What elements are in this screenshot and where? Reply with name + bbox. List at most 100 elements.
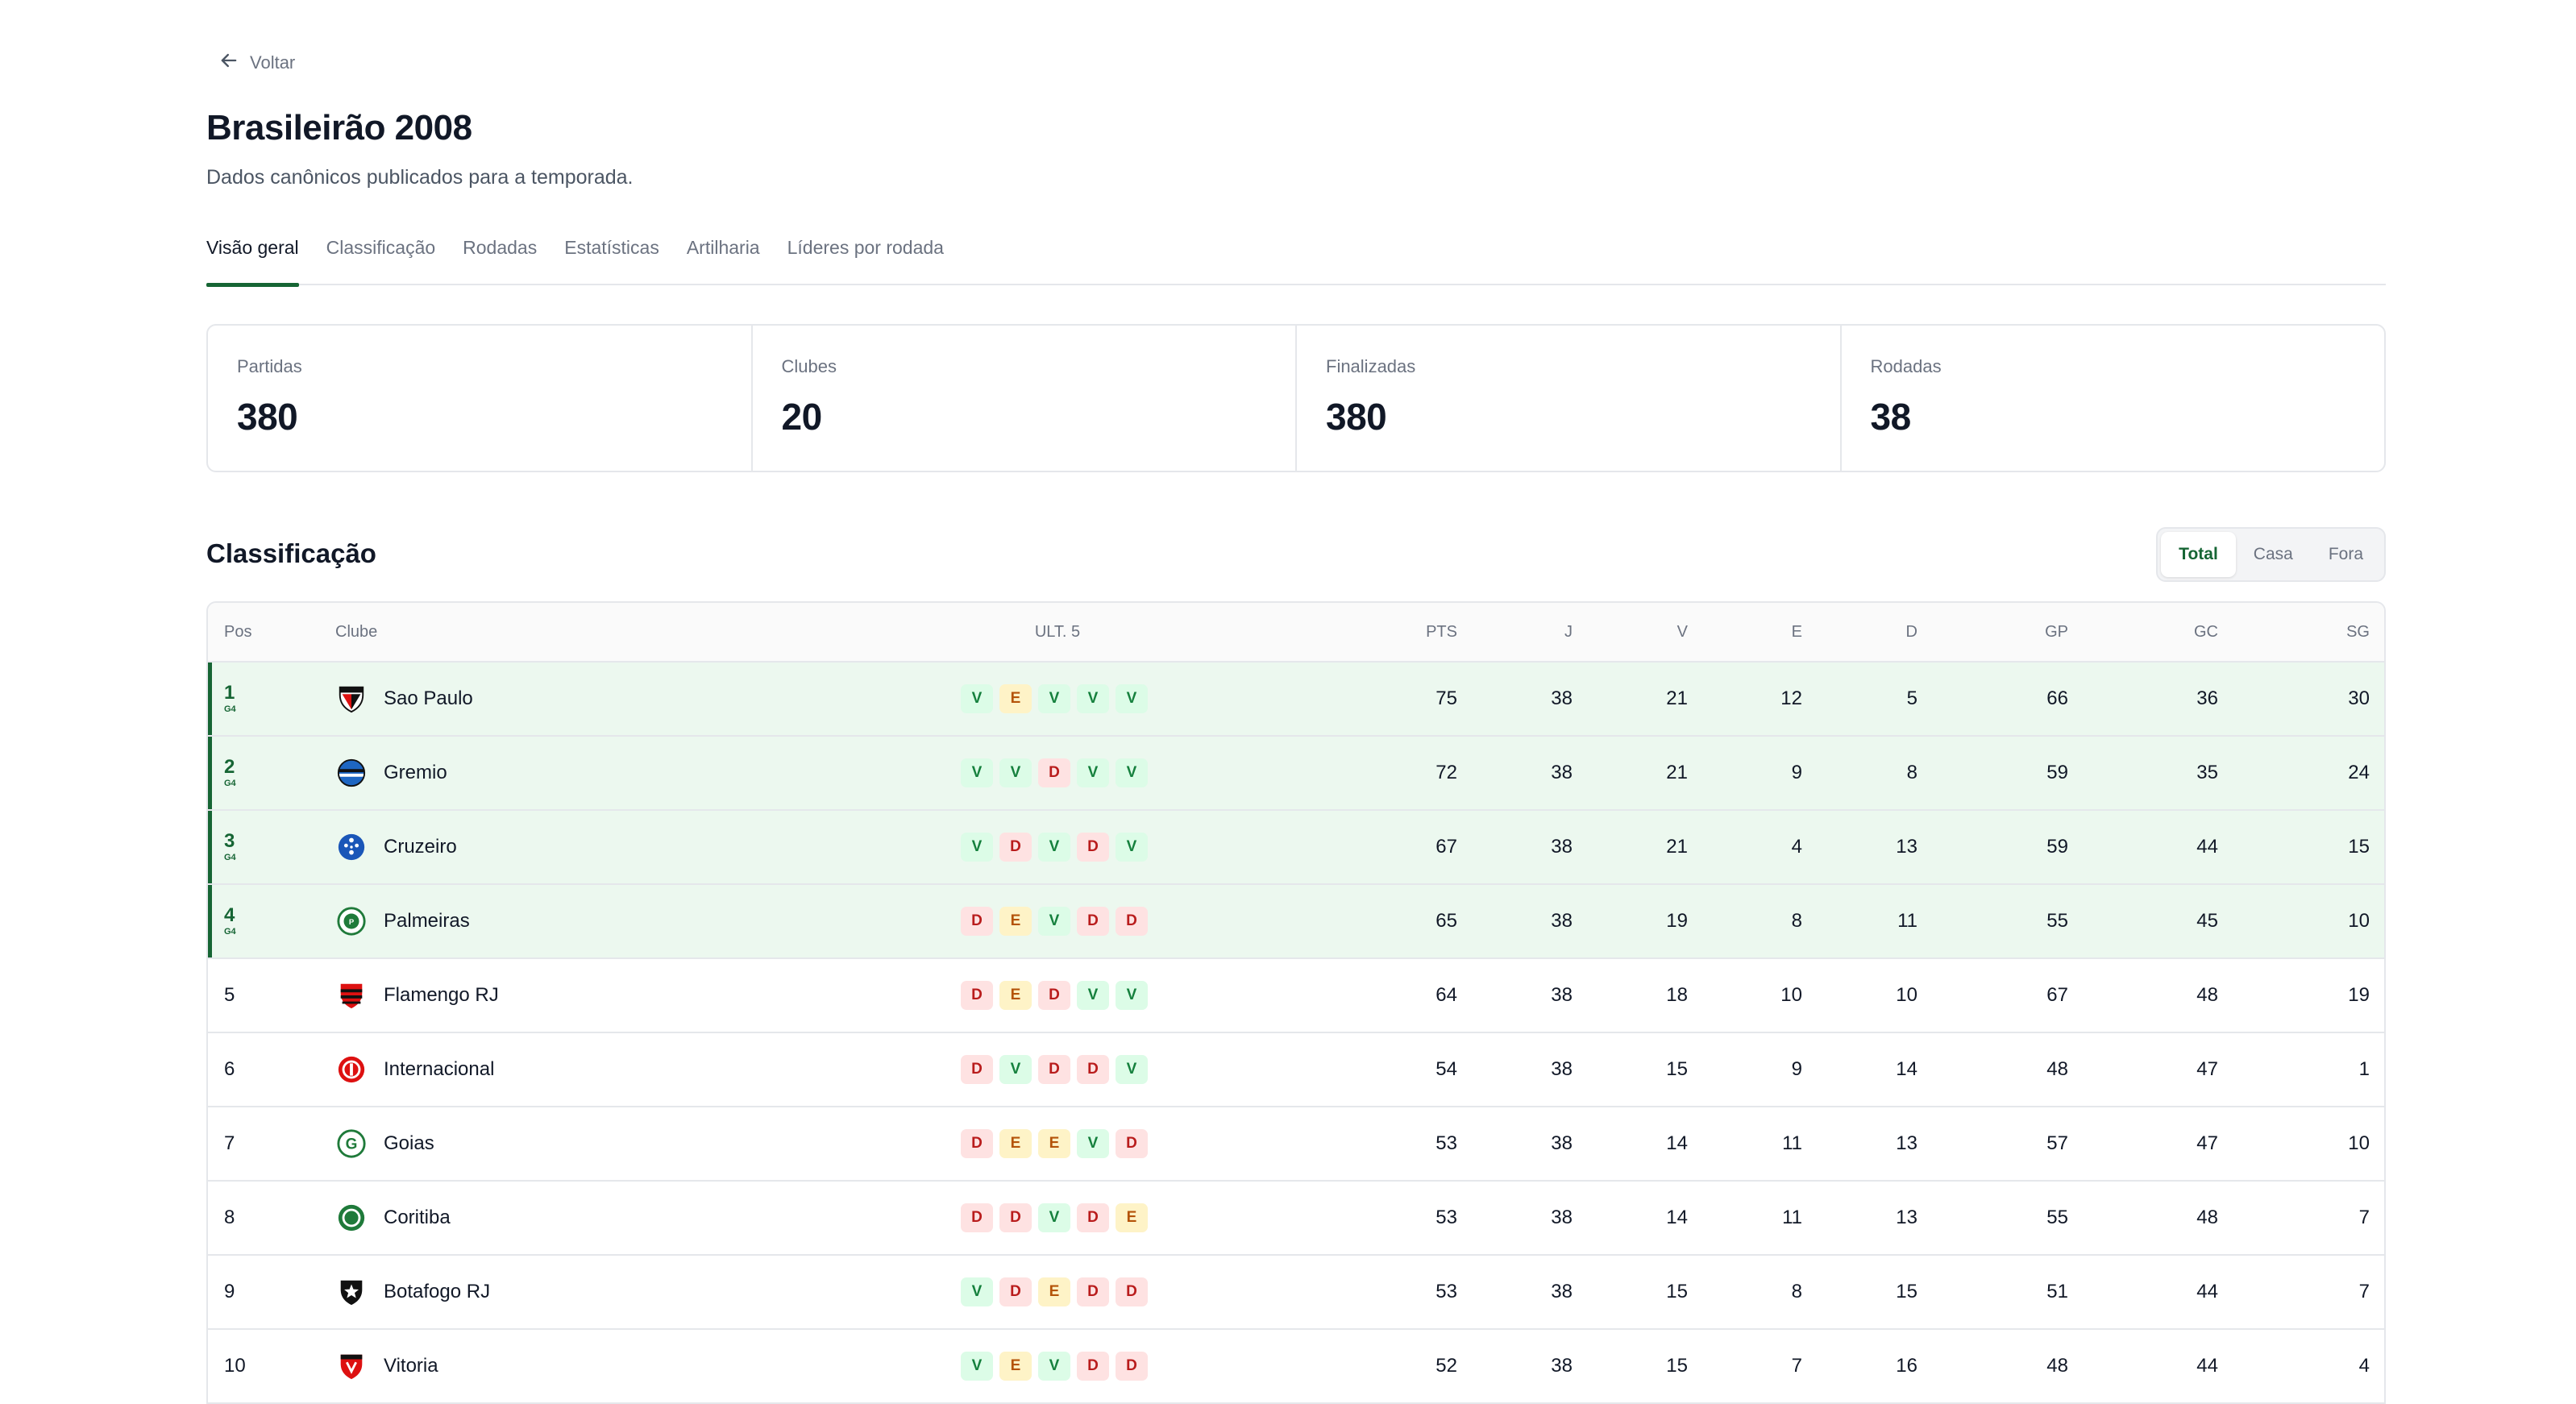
table-row[interactable]: 6 Internacional DVDDV 54 38 15 9 14 48 4…	[208, 1033, 2384, 1107]
form-result-badge: V	[1038, 684, 1070, 713]
col-header-e[interactable]: E	[1792, 603, 1802, 661]
filter-total-button[interactable]: Total	[2161, 532, 2236, 577]
points-cell: 53	[1435, 1281, 1457, 1302]
col-header-pts[interactable]: PTS	[1426, 603, 1457, 661]
form-result-badge: D	[1077, 833, 1109, 862]
club-cell[interactable]: Internacional	[335, 1033, 494, 1106]
filter-home-button[interactable]: Casa	[2236, 532, 2311, 577]
position-cell: 5	[224, 959, 235, 1032]
club-cell[interactable]: Flamengo RJ	[335, 959, 499, 1032]
table-row[interactable]: 1 G4 Sao Paulo VEVVV 75 38 21 12 5 66 36…	[208, 663, 2384, 737]
stats-summary: Partidas 380 Clubes 20 Finalizadas 380 R…	[206, 324, 2386, 472]
tab-leaders-by-round[interactable]: Líderes por rodada	[787, 227, 944, 285]
goal-difference-cell: 10	[2348, 1132, 2370, 1154]
club-name[interactable]: Cruzeiro	[384, 836, 457, 858]
last-five-form: DDVDE	[961, 1182, 1154, 1254]
club-name[interactable]: Botafogo RJ	[384, 1281, 490, 1303]
club-name[interactable]: Palmeiras	[384, 910, 470, 933]
losses-cell: 8	[1906, 762, 1917, 783]
club-name[interactable]: Gremio	[384, 762, 447, 784]
position-cell: 3 G4	[224, 811, 236, 883]
points-cell: 64	[1435, 984, 1457, 1006]
position-number: 7	[224, 1132, 235, 1154]
club-cell[interactable]: Gremio	[335, 737, 447, 809]
club-name[interactable]: Vitoria	[384, 1355, 438, 1377]
tab-standings[interactable]: Classificação	[326, 227, 436, 285]
points-cell: 75	[1435, 687, 1457, 709]
tab-top-scorers[interactable]: Artilharia	[687, 227, 760, 285]
last-five-form: VEVVV	[961, 663, 1154, 735]
club-cell[interactable]: G Goias	[335, 1107, 434, 1180]
club-name[interactable]: Goias	[384, 1132, 434, 1155]
col-header-sg[interactable]: SG	[2346, 603, 2370, 661]
zone-badge: G4	[224, 927, 236, 937]
wins-cell: 19	[1666, 910, 1688, 932]
position-number: 9	[224, 1281, 235, 1302]
form-result-badge: V	[1077, 1129, 1109, 1158]
form-result-badge: E	[999, 1352, 1032, 1381]
table-row[interactable]: 7 G Goias DEEVD 53 38 14 11 13 57 47 10	[208, 1107, 2384, 1182]
table-row[interactable]: 5 Flamengo RJ DEDVV 64 38 18 10 10 67 48…	[208, 959, 2384, 1033]
col-header-gp[interactable]: GP	[2045, 603, 2068, 661]
palmeiras-crest-icon: P	[335, 905, 368, 937]
played-cell: 38	[1551, 1355, 1573, 1377]
club-cell[interactable]: P Palmeiras	[335, 885, 470, 957]
played-cell: 38	[1551, 1132, 1573, 1154]
wins-cell: 21	[1666, 762, 1688, 783]
club-name[interactable]: Coritiba	[384, 1207, 451, 1229]
form-result-badge: V	[961, 833, 993, 862]
col-header-j[interactable]: J	[1564, 603, 1573, 661]
stat-card-matches: Partidas 380	[208, 326, 753, 471]
col-header-gc[interactable]: GC	[2194, 603, 2218, 661]
table-row[interactable]: 8 Coritiba DDVDE 53 38 14 11 13 55 48 7	[208, 1182, 2384, 1256]
svg-text:P: P	[349, 918, 355, 927]
tab-overview[interactable]: Visão geral	[206, 227, 299, 287]
goals-against-cell: 45	[2196, 910, 2218, 932]
losses-cell: 11	[1897, 910, 1917, 932]
club-name[interactable]: Sao Paulo	[384, 687, 473, 710]
form-result-badge: D	[1116, 1129, 1148, 1158]
form-result-badge: V	[1077, 758, 1109, 787]
table-row[interactable]: 10 Vitoria VEVDD 52 38 15 7 16 48 44 4	[208, 1330, 2384, 1404]
tab-statistics[interactable]: Estatísticas	[564, 227, 659, 285]
losses-cell: 13	[1896, 1207, 1917, 1228]
table-row[interactable]: 2 G4 Gremio VVDVV 72 38 21 9 8 59 35 24	[208, 737, 2384, 811]
form-result-badge: V	[1038, 1203, 1070, 1232]
form-result-badge: E	[1038, 1129, 1070, 1158]
form-result-badge: V	[999, 1055, 1032, 1084]
goals-for-cell: 48	[2046, 1058, 2068, 1080]
club-cell[interactable]: Vitoria	[335, 1330, 438, 1402]
back-link[interactable]: Voltar	[218, 48, 295, 77]
form-result-badge: D	[999, 1203, 1032, 1232]
club-cell[interactable]: Sao Paulo	[335, 663, 473, 735]
club-name[interactable]: Flamengo RJ	[384, 984, 499, 1007]
form-result-badge: V	[1038, 1352, 1070, 1381]
sao-paulo-crest-icon	[335, 683, 368, 715]
wins-cell: 21	[1666, 836, 1688, 858]
filter-away-button[interactable]: Fora	[2311, 532, 2381, 577]
club-cell[interactable]: Cruzeiro	[335, 811, 457, 883]
form-result-badge: V	[961, 1352, 993, 1381]
club-cell[interactable]: Coritiba	[335, 1182, 451, 1254]
stat-card-rounds: Rodadas 38	[1842, 326, 2385, 471]
table-row[interactable]: 9 Botafogo RJ VDEDD 53 38 15 8 15 51 44 …	[208, 1256, 2384, 1330]
form-result-badge: V	[1077, 684, 1109, 713]
col-header-club[interactable]: Clube	[335, 603, 377, 661]
col-header-pos[interactable]: Pos	[224, 603, 251, 661]
col-header-d[interactable]: D	[1906, 603, 1917, 661]
goals-against-cell: 44	[2196, 1355, 2218, 1377]
goals-for-cell: 55	[2046, 1207, 2068, 1228]
internacional-crest-icon	[335, 1053, 368, 1086]
goals-for-cell: 66	[2046, 687, 2068, 709]
last-five-form: VDEDD	[961, 1256, 1154, 1328]
flamengo-crest-icon	[335, 979, 368, 1011]
table-row[interactable]: 3 G4 Cruzeiro VDVDV 67 38 21 4 13 59 44 …	[208, 811, 2384, 885]
tab-rounds[interactable]: Rodadas	[463, 227, 537, 285]
page-subtitle: Dados canônicos publicados para a tempor…	[206, 166, 634, 189]
table-row[interactable]: 4 G4 P Palmeiras DEVDD 65 38 19 8 11 55 …	[208, 885, 2384, 959]
club-cell[interactable]: Botafogo RJ	[335, 1256, 490, 1328]
col-header-v[interactable]: V	[1677, 603, 1688, 661]
club-name[interactable]: Internacional	[384, 1058, 494, 1081]
wins-cell: 15	[1666, 1058, 1688, 1080]
goals-against-cell: 47	[2196, 1058, 2218, 1080]
